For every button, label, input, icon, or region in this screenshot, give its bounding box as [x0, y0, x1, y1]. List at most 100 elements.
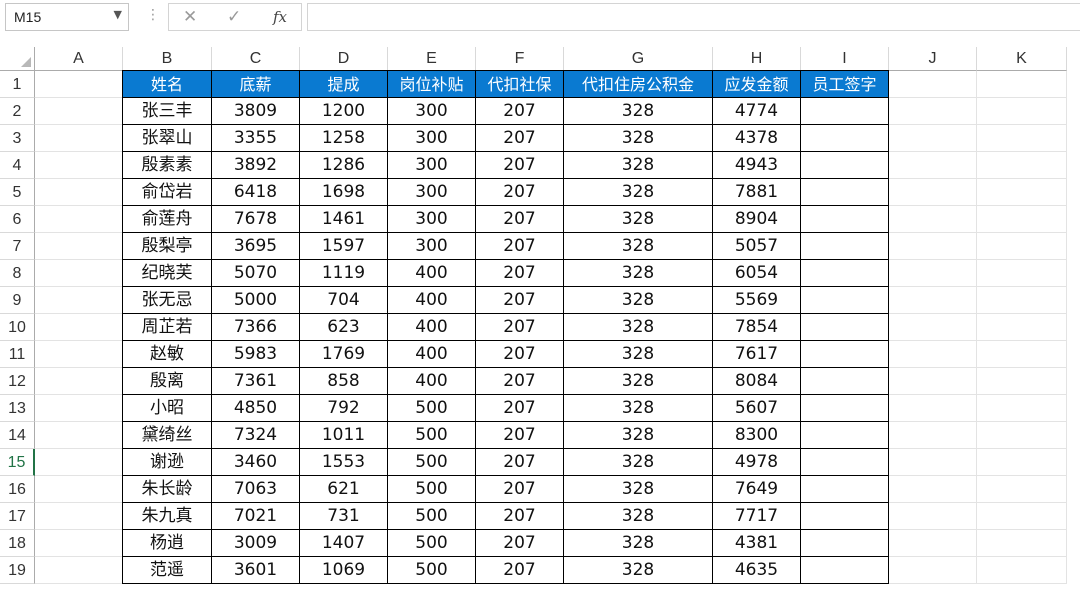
table-cell[interactable]	[801, 557, 889, 584]
table-cell[interactable]	[801, 341, 889, 368]
row-header-16[interactable]: 16	[0, 476, 35, 503]
column-header-e[interactable]: E	[388, 47, 476, 71]
table-cell[interactable]: 500	[388, 503, 476, 530]
cell-k2[interactable]	[977, 98, 1067, 125]
table-cell[interactable]: 3009	[212, 530, 300, 557]
name-box[interactable]: M15 ▼	[5, 3, 129, 31]
table-cell[interactable]: 207	[476, 233, 564, 260]
table-cell[interactable]	[801, 476, 889, 503]
table-cell[interactable]: 1011	[300, 422, 388, 449]
table-cell[interactable]: 328	[564, 557, 713, 584]
table-cell[interactable]: 1200	[300, 98, 388, 125]
cell-j15[interactable]	[889, 449, 977, 476]
table-cell[interactable]	[801, 314, 889, 341]
table-cell[interactable]: 300	[388, 125, 476, 152]
cell-a4[interactable]	[35, 152, 123, 179]
table-cell[interactable]: 5000	[212, 287, 300, 314]
table-cell[interactable]: 328	[564, 503, 713, 530]
cell-a16[interactable]	[35, 476, 123, 503]
table-cell[interactable]: 500	[388, 395, 476, 422]
cell-j12[interactable]	[889, 368, 977, 395]
row-header-7[interactable]: 7	[0, 233, 35, 260]
table-cell[interactable]: 400	[388, 368, 476, 395]
table-header-cell[interactable]: 代扣社保	[476, 71, 564, 98]
column-header-d[interactable]: D	[300, 47, 388, 71]
more-vertical-icon[interactable]: ⋮	[146, 7, 160, 23]
table-cell[interactable]: 400	[388, 314, 476, 341]
column-header-f[interactable]: F	[476, 47, 564, 71]
table-cell[interactable]: 207	[476, 341, 564, 368]
row-header-5[interactable]: 5	[0, 179, 35, 206]
table-cell[interactable]: 328	[564, 422, 713, 449]
cell-a18[interactable]	[35, 530, 123, 557]
table-cell[interactable]: 704	[300, 287, 388, 314]
table-cell[interactable]: 1286	[300, 152, 388, 179]
table-cell[interactable]: 328	[564, 341, 713, 368]
table-cell[interactable]: 7366	[212, 314, 300, 341]
row-header-15[interactable]: 15	[0, 449, 35, 476]
table-cell[interactable]	[801, 206, 889, 233]
table-cell[interactable]: 杨逍	[123, 530, 212, 557]
cell-a13[interactable]	[35, 395, 123, 422]
table-cell[interactable]: 7021	[212, 503, 300, 530]
column-header-h[interactable]: H	[713, 47, 801, 71]
table-cell[interactable]: 4978	[713, 449, 801, 476]
column-header-c[interactable]: C	[212, 47, 300, 71]
table-cell[interactable]: 7717	[713, 503, 801, 530]
cell-j10[interactable]	[889, 314, 977, 341]
table-cell[interactable]: 5569	[713, 287, 801, 314]
cell-a11[interactable]	[35, 341, 123, 368]
cell-j8[interactable]	[889, 260, 977, 287]
table-cell[interactable]: 4774	[713, 98, 801, 125]
cell-k17[interactable]	[977, 503, 1067, 530]
cell-k11[interactable]	[977, 341, 1067, 368]
table-cell[interactable]	[801, 395, 889, 422]
table-cell[interactable]: 500	[388, 449, 476, 476]
table-cell[interactable]: 300	[388, 179, 476, 206]
table-cell[interactable]: 4635	[713, 557, 801, 584]
row-header-18[interactable]: 18	[0, 530, 35, 557]
table-cell[interactable]: 207	[476, 530, 564, 557]
cell-a9[interactable]	[35, 287, 123, 314]
table-cell[interactable]: 731	[300, 503, 388, 530]
table-cell[interactable]: 1698	[300, 179, 388, 206]
table-cell[interactable]: 张三丰	[123, 98, 212, 125]
table-cell[interactable]	[801, 287, 889, 314]
cell-a2[interactable]	[35, 98, 123, 125]
table-cell[interactable]: 1258	[300, 125, 388, 152]
row-header-1[interactable]: 1	[0, 71, 35, 98]
table-cell[interactable]: 1553	[300, 449, 388, 476]
table-cell[interactable]: 8904	[713, 206, 801, 233]
cell-k8[interactable]	[977, 260, 1067, 287]
row-header-4[interactable]: 4	[0, 152, 35, 179]
table-cell[interactable]: 207	[476, 557, 564, 584]
table-cell[interactable]: 400	[388, 260, 476, 287]
table-cell[interactable]: 谢逊	[123, 449, 212, 476]
table-header-cell[interactable]: 代扣住房公积金	[564, 71, 713, 98]
cell-j19[interactable]	[889, 557, 977, 584]
check-icon[interactable]: ✓	[227, 7, 241, 27]
table-cell[interactable]: 328	[564, 179, 713, 206]
table-cell[interactable]: 328	[564, 530, 713, 557]
table-cell[interactable]: 500	[388, 422, 476, 449]
cell-k19[interactable]	[977, 557, 1067, 584]
table-cell[interactable]: 朱长龄	[123, 476, 212, 503]
table-cell[interactable]: 7617	[713, 341, 801, 368]
table-cell[interactable]: 7881	[713, 179, 801, 206]
table-cell[interactable]: 4378	[713, 125, 801, 152]
table-cell[interactable]	[801, 179, 889, 206]
cell-a14[interactable]	[35, 422, 123, 449]
cell-k13[interactable]	[977, 395, 1067, 422]
row-header-11[interactable]: 11	[0, 341, 35, 368]
row-header-8[interactable]: 8	[0, 260, 35, 287]
table-cell[interactable]: 5983	[212, 341, 300, 368]
column-header-g[interactable]: G	[564, 47, 713, 71]
table-cell[interactable]: 207	[476, 449, 564, 476]
table-cell[interactable]: 328	[564, 449, 713, 476]
table-cell[interactable]: 500	[388, 557, 476, 584]
cell-a17[interactable]	[35, 503, 123, 530]
table-cell[interactable]: 623	[300, 314, 388, 341]
table-cell[interactable]: 黛绮丝	[123, 422, 212, 449]
cell-a12[interactable]	[35, 368, 123, 395]
table-cell[interactable]: 7361	[212, 368, 300, 395]
